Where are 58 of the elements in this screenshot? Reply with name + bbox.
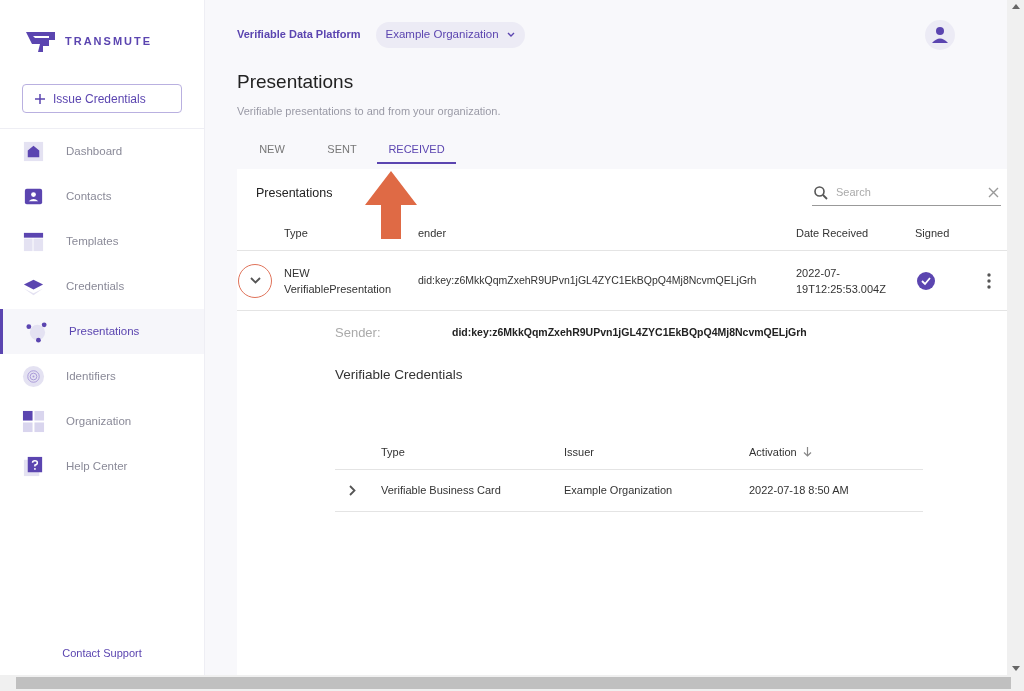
- table-cell-text: Verifiable Business Card: [381, 483, 501, 498]
- column-header: ender: [418, 227, 447, 240]
- grid-icon: [22, 410, 45, 433]
- sidebar-item[interactable]: Help Center: [0, 444, 204, 489]
- annotation-arrow: [365, 171, 417, 239]
- user-avatar-icon[interactable]: [925, 19, 955, 50]
- logo-icon: [25, 30, 57, 53]
- section-title: Verifiable Credentials: [335, 365, 464, 384]
- sidebar-item[interactable]: Contacts: [0, 174, 204, 219]
- vertical-scrollbar[interactable]: [1007, 0, 1024, 675]
- chevron-down-icon: [249, 277, 261, 284]
- scroll-up-icon[interactable]: [1011, 4, 1020, 9]
- sidebar-item[interactable]: Organization: [0, 399, 204, 444]
- platform-title: Verifiable Data Platform: [237, 27, 361, 43]
- page-title: Presentations: [237, 70, 355, 94]
- sidebar-item[interactable]: Presentations: [0, 309, 204, 354]
- sender-label: Sender:: [335, 324, 382, 342]
- house-icon: [22, 140, 45, 163]
- column-header: Signed: [915, 227, 950, 240]
- sort-arrow-icon[interactable]: [802, 447, 812, 458]
- scroll-down-icon[interactable]: [1011, 666, 1020, 671]
- column-header: Type: [381, 445, 405, 460]
- column-header: Issuer: [564, 445, 594, 460]
- layout-icon: [22, 230, 45, 253]
- column-header: Type: [284, 227, 308, 240]
- plus-icon: [35, 93, 45, 104]
- search-field[interactable]: Search: [836, 184, 980, 201]
- column-header: Activation: [749, 445, 797, 460]
- horizontal-scrollbar[interactable]: [0, 675, 1024, 691]
- tab[interactable]: RECEIVED: [377, 137, 456, 164]
- table-cell: did:key:z6MkkQqmZxehR9UPvn1jGL4ZYC1EkBQpQ4Mj8NcvmQELjGrh: [418, 274, 757, 287]
- column-header: Date Received: [796, 227, 869, 240]
- table-cell-text: 2022-07-19T12:25:53.004Z: [796, 265, 887, 297]
- table-title: Presentations: [256, 184, 333, 202]
- table-cell-text: VerifiablePresentation: [284, 281, 391, 297]
- page-subtitle: Verifiable presentations to and from your organization.: [237, 103, 502, 119]
- table-cell: Example Organization: [564, 484, 673, 496]
- help-icon: [22, 455, 45, 478]
- logo-text: TRANSMUTE: [65, 34, 153, 50]
- issue-credentials-button[interactable]: Issue Credentials: [22, 84, 182, 113]
- close-icon[interactable]: [988, 187, 999, 198]
- chevron-down-icon: [506, 32, 515, 37]
- tab[interactable]: NEW: [237, 137, 307, 164]
- fingerprint-icon: [22, 365, 45, 388]
- tab[interactable]: SENT: [307, 137, 377, 164]
- sidebar-item[interactable]: Dashboard: [0, 129, 204, 174]
- more-options-icon[interactable]: [987, 272, 991, 289]
- table-cell-text: NEW: [284, 265, 311, 281]
- sender-value: did:key:z6MkkQqmZxehR9UPvn1jGL4ZYC1EkBQpQ4Mj8NcvmQELjGrh: [452, 324, 807, 340]
- sidebar-item[interactable]: Identifiers: [0, 354, 204, 399]
- chevron-right-icon: [348, 484, 356, 496]
- nodes-icon: [25, 320, 48, 343]
- contact-support-link[interactable]: Contact Support: [62, 644, 142, 661]
- table-cell: 2022-07-18 8:50 AM: [749, 484, 849, 496]
- search-icon: [814, 185, 828, 200]
- organization-dropdown[interactable]: Example Organization: [375, 21, 525, 48]
- sidebar-item[interactable]: Templates: [0, 219, 204, 264]
- sidebar-item[interactable]: Credentials: [0, 264, 204, 309]
